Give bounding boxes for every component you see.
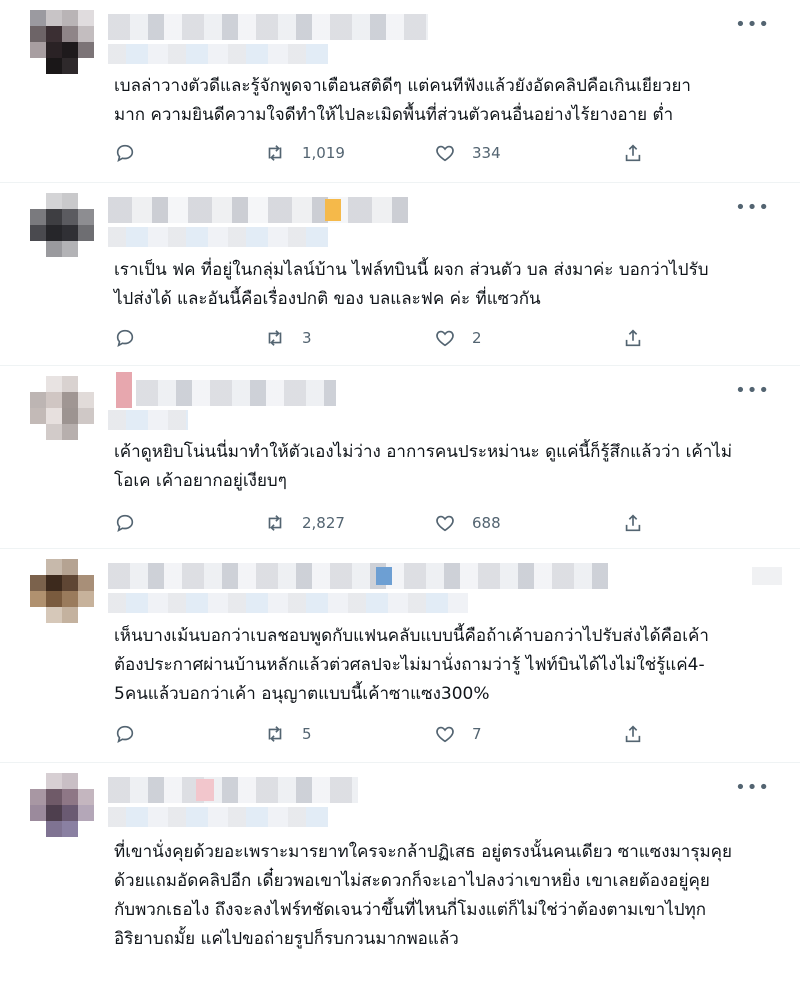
avatar[interactable]: [30, 10, 94, 74]
retweet-icon: [268, 726, 282, 742]
tweet[interactable]: ••• เค้าดูหยิบโน่นนี่มาทำให้ตัวเองไม่ว่า…: [0, 366, 800, 549]
like-button[interactable]: 2: [434, 326, 622, 350]
tweet-actions: 5 7: [114, 722, 674, 746]
reply-icon: [116, 144, 134, 162]
more-icon[interactable]: •••: [735, 777, 770, 798]
user-name[interactable]: [108, 563, 608, 589]
user-handle[interactable]: [108, 44, 328, 64]
user-handle[interactable]: [108, 227, 328, 247]
more-icon[interactable]: •••: [735, 380, 770, 401]
share-icon: [625, 725, 641, 743]
retweet-count: 5: [302, 725, 312, 743]
emoji-icon: [116, 372, 132, 408]
user-handle[interactable]: [108, 593, 468, 613]
like-button[interactable]: 688: [434, 511, 622, 535]
tweet-text: เห็นบางเม้นบอกว่าเบลชอบพูดกับแฟนคลับแบบน…: [114, 626, 709, 704]
more-icon[interactable]: •••: [735, 197, 770, 218]
avatar[interactable]: [30, 773, 94, 837]
tweet[interactable]: ••• เบลล่าวางตัวดีและรู้จักพูดจาเตือนสติ…: [0, 0, 800, 183]
share-button[interactable]: [622, 326, 644, 350]
retweet-button[interactable]: 3: [264, 326, 434, 350]
like-icon: [436, 515, 454, 532]
blur-block: [752, 567, 782, 585]
tweet[interactable]: ••• เราเป็น ฟค ที่อยู่ในกลุ่มไลน์บ้าน ไฟ…: [0, 183, 800, 366]
like-button[interactable]: 7: [434, 722, 622, 746]
share-icon: [625, 514, 641, 532]
share-icon: [625, 329, 641, 347]
retweet-button[interactable]: 1,019: [264, 141, 434, 165]
retweet-icon: [268, 145, 282, 161]
avatar[interactable]: [30, 559, 94, 623]
retweet-count: 1,019: [302, 144, 345, 162]
user-handle[interactable]: [108, 410, 188, 430]
emoji-icon: [325, 199, 341, 221]
reply-button[interactable]: [114, 722, 264, 746]
avatar[interactable]: [30, 376, 94, 440]
share-button[interactable]: [622, 141, 644, 165]
reply-icon: [116, 329, 134, 347]
reply-icon: [116, 725, 134, 743]
retweet-icon: [268, 515, 282, 531]
share-button[interactable]: [622, 722, 644, 746]
share-button[interactable]: [622, 511, 644, 535]
user-name[interactable]: [136, 380, 336, 406]
reply-button[interactable]: [114, 326, 264, 350]
like-count: 688: [472, 514, 501, 532]
tweet-actions: 2,827 688: [114, 511, 674, 535]
share-icon: [625, 144, 641, 162]
emoji-icon: [196, 779, 214, 801]
tweet-actions: 3 2: [114, 326, 674, 350]
like-count: 2: [472, 329, 482, 347]
like-count: 7: [472, 725, 482, 743]
tweet-text: ที่เขานั่งคุยด้วยอะเพราะมารยาทใครจะกล้าป…: [114, 842, 733, 949]
user-name[interactable]: [108, 197, 408, 223]
tweet-text: เค้าดูหยิบโน่นนี่มาทำให้ตัวเองไม่ว่าง อา…: [114, 442, 733, 491]
avatar[interactable]: [30, 193, 94, 257]
tweet-text: เราเป็น ฟค ที่อยู่ในกลุ่มไลน์บ้าน ไฟล์ทบ…: [114, 260, 709, 309]
tweet-actions: 1,019 334: [114, 141, 674, 165]
tweet[interactable]: เห็นบางเม้นบอกว่าเบลชอบพูดกับแฟนคลับแบบน…: [0, 549, 800, 763]
user-name[interactable]: [108, 777, 358, 803]
retweet-icon: [268, 330, 282, 346]
retweet-button[interactable]: 5: [264, 722, 434, 746]
tweet[interactable]: ••• ที่เขานั่งคุยด้วยอะเพราะมารยาทใครจะก…: [0, 763, 800, 989]
reply-icon: [116, 514, 134, 532]
retweet-button[interactable]: 2,827: [264, 511, 434, 535]
like-button[interactable]: 334: [434, 141, 622, 165]
user-handle[interactable]: [108, 807, 328, 827]
like-icon: [436, 726, 454, 743]
more-icon[interactable]: •••: [735, 14, 770, 35]
like-icon: [436, 145, 454, 162]
retweet-count: 2,827: [302, 514, 345, 532]
retweet-count: 3: [302, 329, 312, 347]
emoji-icon: [376, 567, 392, 585]
timeline: ••• เบลล่าวางตัวดีและรู้จักพูดจาเตือนสติ…: [0, 0, 800, 989]
like-icon: [436, 330, 454, 347]
like-count: 334: [472, 144, 501, 162]
tweet-text: เบลล่าวางตัวดีและรู้จักพูดจาเตือนสติดีๆ …: [114, 76, 691, 125]
reply-button[interactable]: [114, 511, 264, 535]
reply-button[interactable]: [114, 141, 264, 165]
user-name[interactable]: [108, 14, 428, 40]
